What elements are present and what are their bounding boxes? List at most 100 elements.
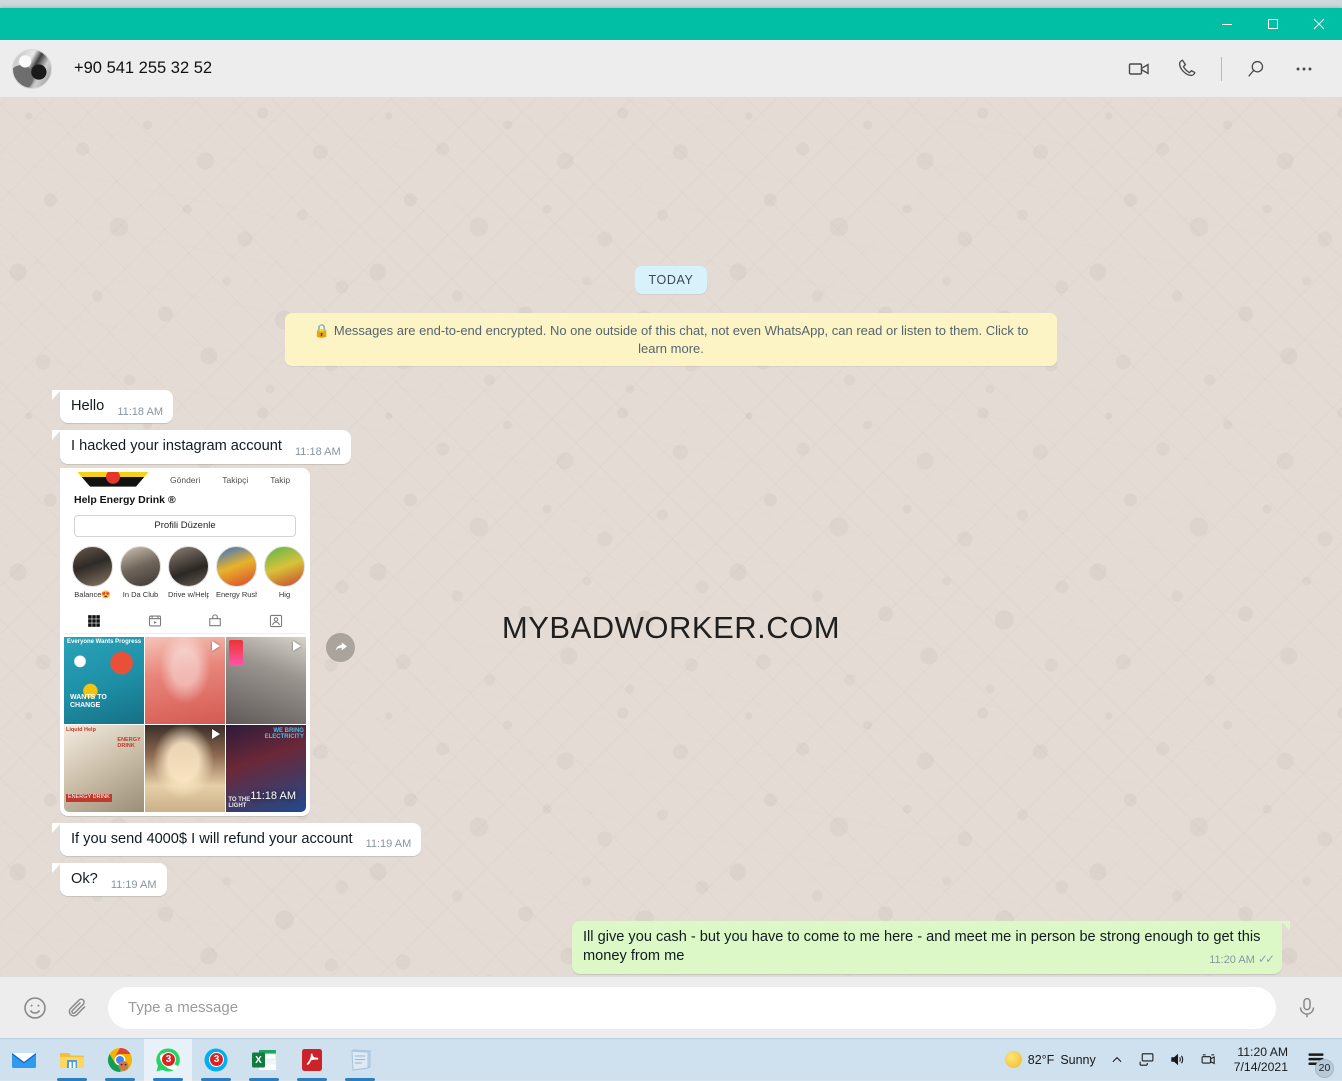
message-bubble-incoming[interactable]: If you send 4000$ I will refund your acc… [60, 823, 421, 856]
mail-icon [10, 1046, 38, 1074]
message-text: Hello [71, 398, 104, 414]
header-actions [1115, 49, 1328, 89]
message-bubble-outgoing[interactable]: Ill give you cash - but you have to come… [572, 921, 1282, 974]
grid-tab-icon [87, 614, 101, 628]
volume-tray-icon[interactable] [1162, 1039, 1193, 1081]
taskbar-item-notepad[interactable] [336, 1039, 384, 1081]
network-tray-icon[interactable] [1131, 1039, 1162, 1081]
taskbar-item-mail[interactable] [0, 1039, 48, 1081]
show-hidden-icons-button[interactable] [1103, 1039, 1131, 1081]
message-meta: 11:20 AM ✓✓ [1209, 952, 1272, 968]
taskbar-item-acrobat[interactable] [288, 1039, 336, 1081]
message-time: 11:18 AM [295, 445, 341, 460]
paperclip-icon[interactable] [56, 987, 98, 1029]
taskbar-item-skype[interactable]: 3 [192, 1039, 240, 1081]
system-tray: 82°F Sunny [998, 1039, 1342, 1081]
message-bubble-image[interactable]: Gönderi Takipçi Takip Help Energy Drink … [60, 468, 310, 816]
message-meta: 11:18 AM [295, 445, 341, 460]
instagram-tabs [64, 608, 306, 634]
notification-badge: 3 [161, 1052, 176, 1067]
taskbar-item-chrome[interactable] [96, 1039, 144, 1081]
taskbar-item-excel[interactable]: X [240, 1039, 288, 1081]
network-icon [1138, 1051, 1155, 1068]
message-text: If you send 4000$ I will refund your acc… [71, 831, 353, 847]
more-options-icon[interactable] [1280, 49, 1328, 89]
instagram-highlight-label: In Da Club [120, 590, 161, 600]
clock-time: 11:20 AM [1234, 1045, 1288, 1060]
reels-tab-icon [148, 614, 162, 628]
instagram-post: Everyone Wants Progress WANTS TOCHANGE [64, 637, 144, 723]
folder-icon [58, 1046, 86, 1074]
running-indicator [297, 1078, 327, 1081]
running-indicator [345, 1078, 375, 1081]
date-divider-row: TODAY [60, 266, 1282, 294]
avatar[interactable] [12, 49, 52, 89]
lock-icon: 🔒 [314, 323, 330, 338]
instagram-post [226, 637, 306, 723]
instagram-stat-posts: Gönderi [170, 475, 200, 486]
shop-tab-icon [208, 614, 222, 628]
read-receipt-icon: ✓✓ [1258, 952, 1272, 968]
instagram-edit-profile-button: Profili Düzenle [74, 515, 296, 537]
message-meta: 11:18 AM [117, 405, 163, 420]
notepad-icon [346, 1046, 374, 1074]
taskbar-item-explorer[interactable] [48, 1039, 96, 1081]
instagram-highlight: Balance😍 [72, 546, 113, 600]
instagram-header: Gönderi Takipçi Takip [64, 472, 306, 488]
message-bubble-incoming[interactable]: Hello 11:18 AM [60, 390, 173, 423]
instagram-stats: Gönderi Takipçi Takip [170, 475, 290, 486]
message-scroll-container[interactable]: TODAY 🔒 Messages are end-to-end encrypted… [0, 98, 1342, 976]
instagram-highlight: Energy Rush [216, 546, 257, 600]
message-bubble-incoming[interactable]: I hacked your instagram account 11:18 AM [60, 430, 351, 463]
date-divider: TODAY [635, 266, 708, 294]
message-row: Ok? 11:19 AM [60, 863, 1282, 896]
volume-icon [1169, 1051, 1186, 1068]
instagram-highlight-label: Drive w/Help [168, 590, 209, 600]
search-input message-input[interactable] [108, 987, 1276, 1029]
voice-call-button[interactable] [1163, 49, 1211, 89]
chat-header: +90 541 255 32 52 [0, 40, 1342, 98]
instagram-highlight-thumb [168, 546, 209, 587]
close-button[interactable] [1296, 8, 1342, 40]
instagram-highlight-label: Balance😍 [72, 590, 113, 600]
instagram-post [145, 725, 225, 811]
weather-widget[interactable]: 82°F Sunny [998, 1039, 1103, 1081]
video-indicator-icon [212, 729, 220, 739]
running-indicator [153, 1078, 183, 1081]
message-row: If you send 4000$ I will refund your acc… [60, 823, 1282, 856]
taskbar-clock[interactable]: 11:20 AM 7/14/2021 [1224, 1039, 1296, 1081]
instagram-profile-name: Help Energy Drink ® [64, 488, 306, 508]
running-indicator [249, 1078, 279, 1081]
message-time: 11:19 AM [111, 878, 157, 893]
conversation-area: MYBADWORKER.COM TODAY 🔒Messages are end-… [0, 98, 1342, 976]
message-meta: 11:19 AM [111, 878, 157, 893]
instagram-highlight-thumb [264, 546, 305, 587]
encryption-notice-text: Messages are end-to-end encrypted. No on… [334, 323, 1028, 356]
message-row: I hacked your instagram account 11:18 AM [60, 430, 1282, 463]
forward-icon[interactable] [326, 633, 355, 662]
svg-text:X: X [255, 1055, 262, 1066]
instagram-highlight-label: Hig [264, 590, 305, 600]
message-text: I hacked your instagram account [71, 438, 282, 454]
emoji-icon[interactable] [14, 987, 56, 1029]
minimize-button[interactable] [1204, 8, 1250, 40]
meet-now-tray-icon[interactable] [1193, 1039, 1224, 1081]
instagram-post: Liquid Help ENERGYDRINK ENERGY DRINK [64, 725, 144, 811]
taskbar-item-whatsapp[interactable]: 3 [144, 1039, 192, 1081]
microphone-icon[interactable] [1286, 987, 1328, 1029]
search-icon[interactable] [1232, 49, 1280, 89]
sun-icon [1005, 1051, 1022, 1068]
running-indicator [57, 1078, 87, 1081]
header-separator [1221, 57, 1222, 81]
message-composer [0, 976, 1342, 1038]
whatsapp-icon: 3 [154, 1046, 182, 1074]
maximize-button[interactable] [1250, 8, 1296, 40]
message-time: 11:18 AM [250, 789, 296, 804]
encryption-notice[interactable]: 🔒 Messages are end-to-end encrypted. No o… [285, 313, 1057, 366]
notification-center-button[interactable]: 20 [1296, 1039, 1336, 1081]
message-bubble-incoming[interactable]: Ok? 11:19 AM [60, 863, 167, 896]
video-call-button[interactable] [1115, 49, 1163, 89]
title-bar [0, 8, 1342, 40]
instagram-highlight-thumb [72, 546, 113, 587]
message-time: 11:20 AM [1209, 953, 1255, 968]
